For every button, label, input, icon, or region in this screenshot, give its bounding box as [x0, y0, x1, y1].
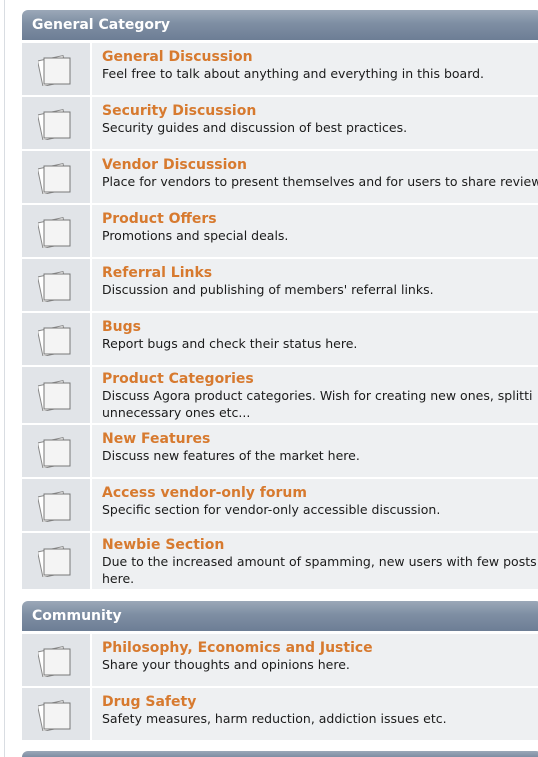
board-icon-cell: [22, 367, 92, 423]
board-info: Product Offers Promotions and special de…: [92, 205, 538, 257]
board-pages-icon: [36, 436, 72, 470]
board-info: Bugs Report bugs and check their status …: [92, 313, 538, 365]
board-info: New Features Discuss new features of the…: [92, 425, 538, 477]
next-category-header: [22, 751, 538, 757]
board-title-link[interactable]: Access vendor-only forum: [102, 485, 538, 501]
board-info: Access vendor-only forum Specific sectio…: [92, 479, 538, 531]
board-info: Philosophy, Economics and Justice Share …: [92, 634, 538, 686]
board-info: General Discussion Feel free to talk abo…: [92, 43, 538, 95]
board-row: Newbie Section Due to the increased amou…: [22, 533, 538, 591]
category-general: General Category General Discussion Feel…: [22, 10, 538, 591]
board-pages-icon: [36, 324, 72, 358]
board-description: Share your thoughts and opinions here.: [102, 657, 350, 672]
board-row: Bugs Report bugs and check their status …: [22, 313, 538, 367]
board-pages-icon: [36, 699, 72, 733]
board-title-link[interactable]: Security Discussion: [102, 103, 538, 119]
board-description: Place for vendors to present themselves …: [102, 174, 538, 189]
board-description: Safety measures, harm reduction, addicti…: [102, 711, 447, 726]
board-description: Promotions and special deals.: [102, 228, 289, 243]
page-left-rule: [4, 0, 5, 757]
board-title-link[interactable]: Vendor Discussion: [102, 157, 538, 173]
board-title-link[interactable]: Bugs: [102, 319, 538, 335]
board-pages-icon: [36, 108, 72, 142]
category-header[interactable]: Community: [22, 601, 538, 631]
board-row: New Features Discuss new features of the…: [22, 425, 538, 479]
board-info: Product Categories Discuss Agora product…: [92, 367, 538, 423]
board-row: Security Discussion Security guides and …: [22, 97, 538, 151]
board-icon-cell: [22, 313, 92, 365]
board-description: Discuss Agora product categories. Wish f…: [102, 388, 533, 420]
board-icon-cell: [22, 533, 92, 589]
board-description: Report bugs and check their status here.: [102, 336, 358, 351]
board-title-link[interactable]: Philosophy, Economics and Justice: [102, 640, 538, 656]
board-row: Philosophy, Economics and Justice Share …: [22, 634, 538, 688]
board-description: Security guides and discussion of best p…: [102, 120, 408, 135]
board-info: Referral Links Discussion and publishing…: [92, 259, 538, 311]
board-pages-icon: [36, 162, 72, 196]
board-icon-cell: [22, 205, 92, 257]
board-title-link[interactable]: New Features: [102, 431, 538, 447]
board-description: Specific section for vendor-only accessi…: [102, 502, 441, 517]
board-pages-icon: [36, 545, 72, 579]
board-description: Discussion and publishing of members' re…: [102, 282, 434, 297]
board-icon-cell: [22, 688, 92, 740]
board-description: Discuss new features of the market here.: [102, 448, 360, 463]
board-title-link[interactable]: Referral Links: [102, 265, 538, 281]
board-row: Product Categories Discuss Agora product…: [22, 367, 538, 425]
board-description: Due to the increased amount of spamming,…: [102, 554, 537, 586]
board-pages-icon: [36, 379, 72, 413]
board-row: Product Offers Promotions and special de…: [22, 205, 538, 259]
category-header[interactable]: General Category: [22, 10, 538, 40]
board-info: Newbie Section Due to the increased amou…: [92, 533, 538, 589]
board-row: Referral Links Discussion and publishing…: [22, 259, 538, 313]
board-row: Vendor Discussion Place for vendors to p…: [22, 151, 538, 205]
board-row: Drug Safety Safety measures, harm reduct…: [22, 688, 538, 742]
board-title-link[interactable]: General Discussion: [102, 49, 538, 65]
board-icon-cell: [22, 479, 92, 531]
board-icon-cell: [22, 259, 92, 311]
board-info: Security Discussion Security guides and …: [92, 97, 538, 149]
board-info: Vendor Discussion Place for vendors to p…: [92, 151, 538, 203]
board-icon-cell: [22, 425, 92, 477]
category-community: Community Philosophy, Economics and Just…: [22, 601, 538, 742]
board-pages-icon: [36, 216, 72, 250]
board-icon-cell: [22, 634, 92, 686]
board-icon-cell: [22, 43, 92, 95]
board-icon-cell: [22, 151, 92, 203]
board-info: Drug Safety Safety measures, harm reduct…: [92, 688, 538, 740]
board-row: General Discussion Feel free to talk abo…: [22, 43, 538, 97]
board-icon-cell: [22, 97, 92, 149]
board-title-link[interactable]: Newbie Section: [102, 537, 538, 553]
board-title-link[interactable]: Product Offers: [102, 211, 538, 227]
board-title-link[interactable]: Drug Safety: [102, 694, 538, 710]
board-description: Feel free to talk about anything and eve…: [102, 66, 485, 81]
board-pages-icon: [36, 490, 72, 524]
board-pages-icon: [36, 54, 72, 88]
board-title-link[interactable]: Product Categories: [102, 371, 538, 387]
board-pages-icon: [36, 645, 72, 679]
board-row: Access vendor-only forum Specific sectio…: [22, 479, 538, 533]
board-pages-icon: [36, 270, 72, 304]
